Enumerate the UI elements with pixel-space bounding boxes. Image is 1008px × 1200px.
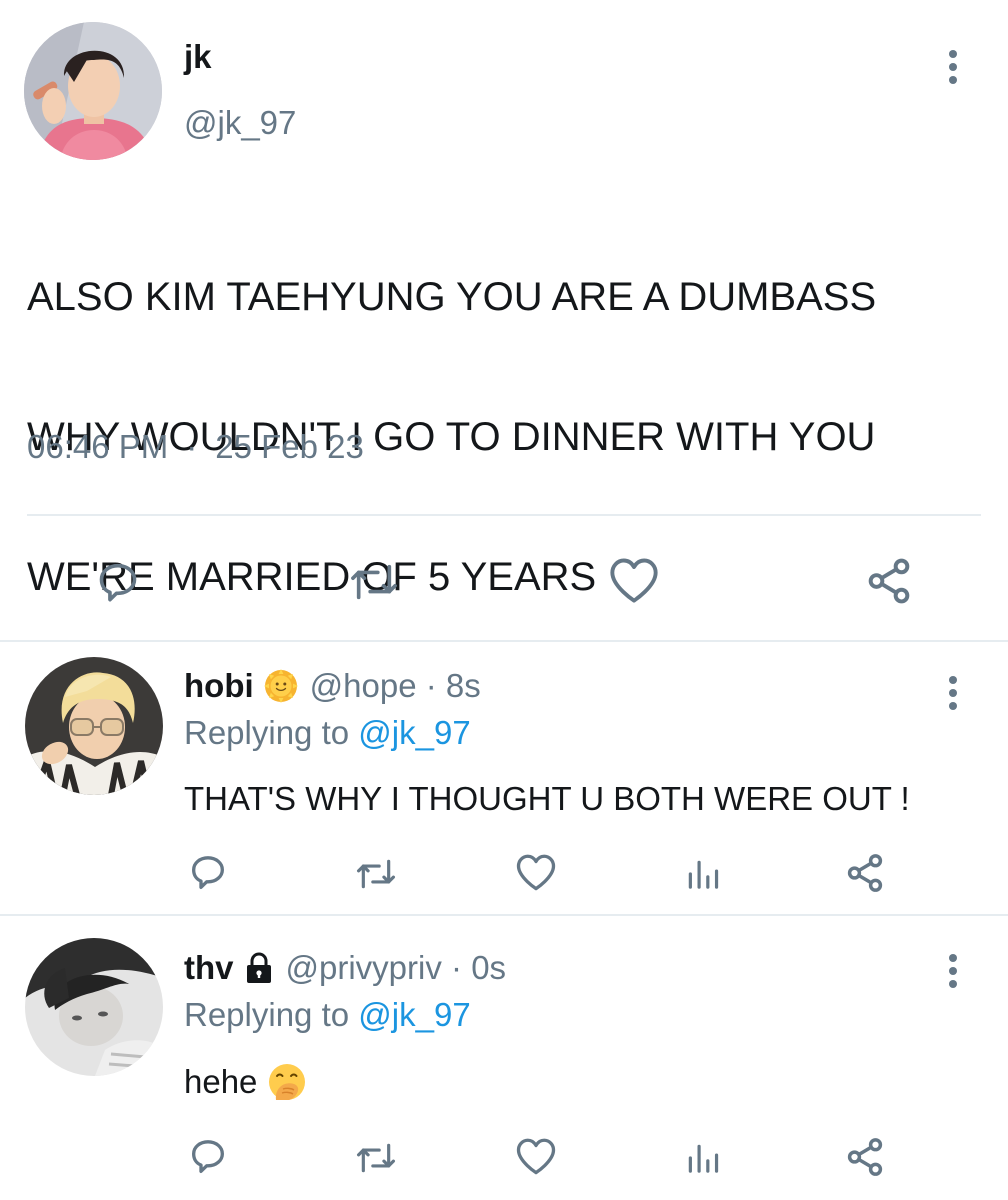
tweet-text-line: ALSO KIM TAEHYUNG YOU ARE A DUMBASS — [27, 275, 877, 319]
like-icon — [516, 1138, 556, 1175]
reply-text-content: hehe — [184, 1063, 258, 1100]
share-button[interactable] — [842, 850, 888, 896]
reply-time: 0s — [471, 949, 507, 986]
tweet-timestamp: 06:46 PM · 25 Feb 23 — [27, 428, 364, 466]
retweet-button[interactable] — [346, 558, 402, 606]
analytics-icon — [688, 860, 719, 889]
hand-over-mouth-emoji — [267, 1062, 307, 1102]
reply-header: hobi @hope · 8s — [184, 667, 481, 705]
reply-button[interactable] — [186, 1134, 230, 1178]
meta-separator: · — [186, 428, 198, 465]
replying-to: Replying to @jk_97 — [184, 996, 471, 1034]
reply-text: THAT'S WHY I THOUGHT U BOTH WERE OUT ! — [184, 780, 910, 817]
author-name[interactable]: jk — [184, 38, 212, 76]
replying-to-label: Replying to — [184, 996, 350, 1033]
main-tweet: jk @jk_97 ALSO KIM TAEHYUNG YOU ARE A DU… — [0, 0, 1008, 640]
replying-to-mention[interactable]: @jk_97 — [358, 714, 470, 751]
avatar-jk[interactable] — [24, 22, 162, 160]
reply-button[interactable] — [92, 556, 144, 608]
replying-to: Replying to @jk_97 — [184, 714, 471, 752]
avatar-thv[interactable] — [25, 938, 163, 1076]
share-icon — [847, 1138, 883, 1176]
like-button[interactable] — [512, 1134, 560, 1178]
retweet-icon — [357, 1143, 395, 1173]
reply-header: thv @privypriv · 0s — [184, 949, 506, 987]
share-button[interactable] — [842, 1134, 888, 1180]
share-button[interactable] — [862, 554, 916, 608]
reply-time: 8s — [445, 667, 481, 704]
reply-author-name[interactable]: hobi — [184, 667, 254, 705]
reply-text: hehe — [184, 1062, 307, 1102]
tweet-date: 25 Feb 23 — [215, 428, 364, 465]
more-options-button[interactable] — [938, 44, 968, 90]
more-options-button[interactable] — [938, 948, 968, 994]
reply-handle[interactable]: @hope — [310, 667, 417, 705]
meta-separator: · — [425, 667, 437, 704]
reply-icon — [192, 856, 224, 889]
replying-to-label: Replying to — [184, 714, 350, 751]
analytics-button[interactable] — [680, 854, 724, 894]
retweet-icon — [357, 859, 395, 889]
analytics-button[interactable] — [680, 1138, 724, 1178]
share-icon — [847, 854, 883, 892]
reply-author-name[interactable]: thv — [184, 949, 234, 987]
retweet-button[interactable] — [352, 1138, 400, 1178]
author-handle[interactable]: @jk_97 — [184, 104, 296, 142]
replying-to-mention[interactable]: @jk_97 — [358, 996, 470, 1033]
meta-separator: · — [451, 949, 463, 986]
retweet-button[interactable] — [352, 854, 400, 894]
retweet-icon — [351, 564, 397, 600]
tweet-time: 06:46 PM — [27, 428, 169, 465]
share-icon — [868, 558, 910, 604]
reply-button[interactable] — [186, 850, 230, 894]
tweet-text-line: WE'RE MARRIED OF 5 YEARS — [27, 555, 597, 599]
like-button[interactable] — [606, 554, 662, 606]
like-icon — [516, 854, 556, 891]
reply-tweet: thv @privypriv · 0s Replying to @jk_97 h… — [0, 916, 1008, 1200]
more-options-button[interactable] — [938, 670, 968, 716]
reply-tweet: hobi @hope · 8s Replying to @jk_97 THAT'… — [0, 642, 1008, 914]
like-icon — [610, 558, 658, 603]
divider — [27, 514, 981, 516]
lock-icon — [244, 952, 274, 984]
reply-icon — [99, 563, 137, 602]
avatar-hobi[interactable] — [25, 657, 163, 795]
sun-face-emoji — [263, 669, 298, 703]
reply-handle[interactable]: @privypriv — [286, 949, 442, 987]
like-button[interactable] — [512, 850, 560, 894]
analytics-icon — [688, 1144, 719, 1173]
reply-icon — [192, 1140, 224, 1173]
